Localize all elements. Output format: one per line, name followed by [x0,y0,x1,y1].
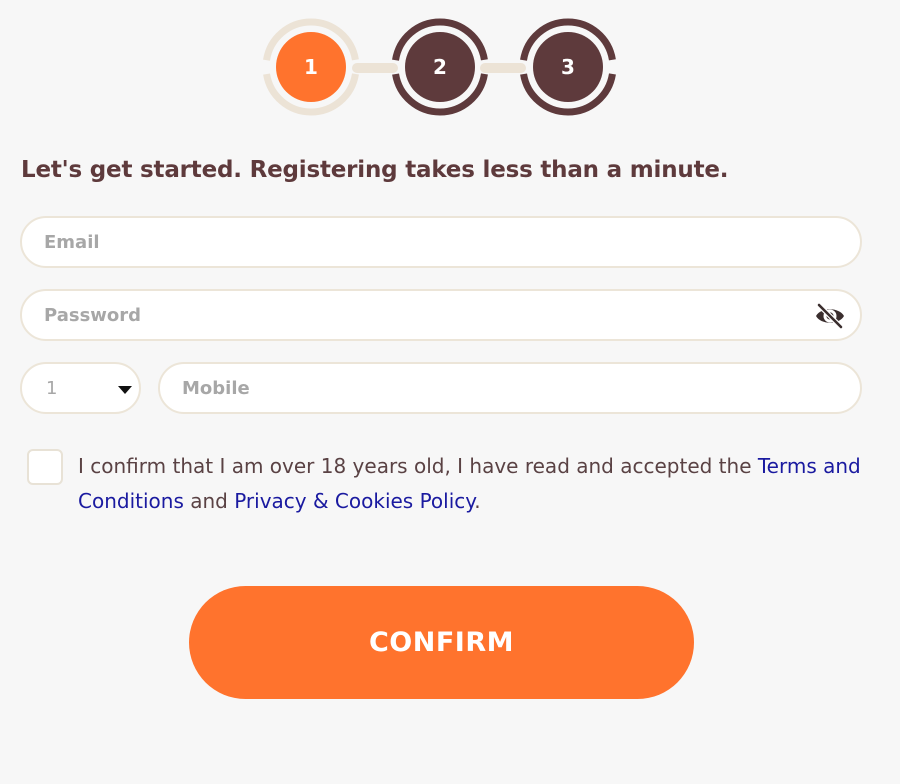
caret-down-icon [118,386,132,394]
consent-checkbox[interactable] [27,449,63,485]
consent-text-middle: and [183,489,235,513]
password-field[interactable] [22,304,860,326]
mobile-field[interactable] [160,377,860,399]
country-code-select[interactable]: 1 [20,362,141,414]
consent-text: I confirm that I am over 18 years old, I… [78,449,868,519]
country-code-value: 1 [46,378,58,399]
email-field-wrapper [20,216,862,268]
step-3: 3 [519,18,617,116]
page-heading: Let's get started. Registering takes les… [21,157,729,183]
mobile-field-wrapper [158,362,862,414]
email-field[interactable] [22,231,860,253]
step-number: 3 [533,32,603,102]
step-2: 2 [391,18,489,116]
confirm-button[interactable]: CONFIRM [189,586,694,699]
progress-stepper: 1 2 3 [262,18,622,118]
privacy-link[interactable]: Privacy & Cookies Policy [234,489,474,513]
consent-text-after: . [474,489,481,513]
step-number: 2 [405,32,475,102]
step-number: 1 [276,32,346,102]
password-field-wrapper [20,289,862,341]
consent-text-before: I confirm that I am over 18 years old, I… [78,454,758,478]
eye-slash-icon[interactable] [814,302,846,330]
step-1: 1 [262,18,360,116]
registration-page: 1 2 3 Let's get started. Registering tak… [0,0,900,784]
